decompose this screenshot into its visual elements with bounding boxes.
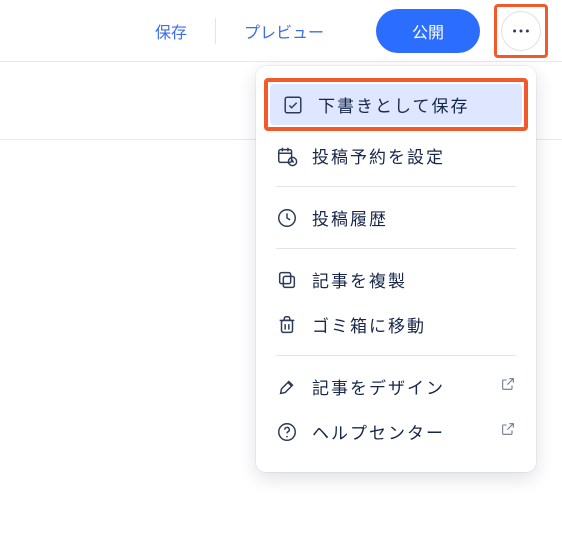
menu-label: ゴミ箱に移動 bbox=[312, 312, 426, 337]
menu-label: 投稿履歴 bbox=[312, 205, 388, 230]
trash-icon bbox=[276, 314, 298, 336]
menu-label: 記事をデザイン bbox=[312, 374, 445, 399]
menu-separator bbox=[276, 248, 516, 249]
preview-link[interactable]: プレビュー bbox=[216, 19, 352, 43]
external-link-icon bbox=[500, 376, 516, 397]
menu-separator bbox=[276, 186, 516, 187]
menu-separator bbox=[276, 355, 516, 356]
menu-item-save-draft[interactable]: 下書きとして保存 bbox=[270, 84, 522, 125]
menu-item-schedule[interactable]: 投稿予約を設定 bbox=[256, 133, 536, 178]
menu-label: 投稿予約を設定 bbox=[312, 143, 445, 168]
menu-label: 下書きとして保存 bbox=[318, 92, 470, 117]
ellipsis-icon bbox=[510, 20, 532, 42]
copy-icon bbox=[276, 269, 298, 291]
clock-icon bbox=[276, 207, 298, 229]
menu-item-design[interactable]: 記事をデザイン bbox=[256, 364, 536, 409]
more-button-highlight bbox=[494, 4, 548, 58]
checkbox-icon bbox=[282, 94, 304, 116]
more-menu-dropdown: 下書きとして保存 投稿予約を設定 投稿履歴 記事を複製 ゴミ箱に移動 記事をデザ… bbox=[256, 66, 536, 472]
menu-item-duplicate[interactable]: 記事を複製 bbox=[256, 257, 536, 302]
publish-button[interactable]: 公開 bbox=[376, 9, 480, 53]
calendar-clock-icon bbox=[276, 145, 298, 167]
menu-item-help[interactable]: ヘルプセンター bbox=[256, 409, 536, 454]
save-link[interactable]: 保存 bbox=[127, 19, 215, 43]
menu-label: 記事を複製 bbox=[312, 267, 407, 292]
save-draft-highlight: 下書きとして保存 bbox=[264, 78, 528, 131]
menu-label: ヘルプセンター bbox=[312, 419, 445, 444]
brush-icon bbox=[276, 376, 298, 398]
top-toolbar: 保存 プレビュー 公開 bbox=[0, 0, 562, 62]
menu-item-trash[interactable]: ゴミ箱に移動 bbox=[256, 302, 536, 347]
external-link-icon bbox=[500, 421, 516, 442]
more-button[interactable] bbox=[501, 11, 541, 51]
help-icon bbox=[276, 421, 298, 443]
menu-item-history[interactable]: 投稿履歴 bbox=[256, 195, 536, 240]
